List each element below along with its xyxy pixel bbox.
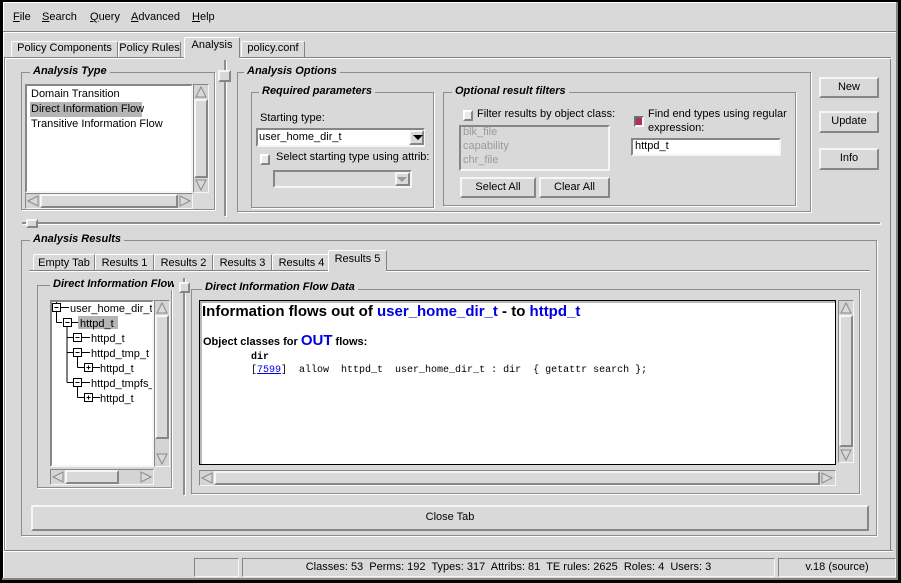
svg-text:httpd_t: httpd_t <box>100 363 134 375</box>
svg-text:httpd_tmp_t: httpd_tmp_t <box>91 348 149 360</box>
svg-text:httpd_tmpfs_: httpd_tmpfs_ <box>91 378 152 390</box>
svg-text:httpd_t: httpd_t <box>100 393 134 405</box>
svg-text:httpd_t: httpd_t <box>80 318 114 330</box>
svg-text:httpd_t: httpd_t <box>91 333 125 345</box>
svg-text:user_home_dir_t: user_home_dir_t <box>70 303 152 315</box>
